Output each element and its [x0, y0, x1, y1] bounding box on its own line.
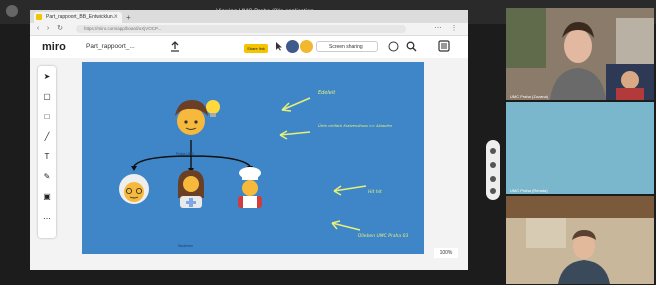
search-icon[interactable] — [406, 41, 417, 52]
collaborator-avatar[interactable] — [300, 40, 313, 53]
tab-strip: Part_rappoort_BB_Entwicklun... × + — [30, 10, 468, 23]
participant-name: UMC Praha (Zuzana) — [510, 94, 549, 99]
annotation-arrows — [279, 97, 367, 231]
shape-tool-icon[interactable]: □ — [40, 110, 54, 124]
more-tools-icon[interactable]: ⋯ — [40, 212, 54, 226]
line-tool-icon[interactable]: ╱ — [40, 130, 54, 144]
board-name[interactable]: Part_rappoort_... — [86, 42, 150, 52]
cook-icon — [238, 167, 262, 208]
collaborator-avatar[interactable] — [286, 40, 299, 53]
url-field[interactable]: https://miro.com/app/board/uXjVOCP... — [76, 25, 406, 33]
back-icon[interactable]: ‹ — [34, 24, 42, 34]
old-woman-icon — [119, 174, 149, 204]
app-logo-icon — [6, 5, 18, 17]
center-caption: Praha UMC — [176, 152, 195, 156]
board-canvas[interactable]: Edeleit Ülein vielfach Kratzendhuss >> A… — [82, 62, 424, 254]
health-worker-icon — [178, 170, 204, 208]
control-dot-icon[interactable] — [490, 188, 496, 194]
miro-favicon-icon — [36, 14, 42, 20]
tool-rail: ➤ ▢ □ ╱ T ✎ ▣ ⋯ — [38, 66, 56, 238]
menu-icon[interactable]: ⋮ — [450, 24, 458, 34]
tab-close-icon[interactable]: × — [114, 12, 118, 23]
participant-video[interactable] — [506, 196, 654, 284]
tab-title: Part_rappoort_BB_Entwicklun... — [46, 14, 117, 20]
note-middle[interactable]: Ülein vielfach Kratzendhuss >> Ablaufen — [318, 124, 392, 128]
note-bottom-1[interactable]: Hit hit — [368, 190, 382, 195]
control-dot-icon[interactable] — [490, 162, 496, 168]
sticky-note-tool-icon[interactable]: ▢ — [40, 90, 54, 104]
cursor-icon[interactable] — [274, 41, 284, 51]
board-menu-icon[interactable] — [438, 40, 450, 52]
participant-name: UMC Praha (Renata) — [510, 188, 548, 193]
participant-video[interactable]: UMC Praha (Renata) — [506, 102, 654, 194]
shared-browser-window: Part_rappoort_BB_Entwicklun... × + ‹ › ↻… — [30, 10, 468, 270]
control-dot-icon[interactable] — [490, 176, 496, 182]
participant-video[interactable]: UMC Praha (Zuzana) — [506, 8, 654, 100]
control-dot-icon[interactable] — [490, 148, 496, 154]
select-tool-icon[interactable]: ➤ — [40, 70, 54, 84]
upload-icon[interactable] — [170, 41, 180, 53]
note-bottom-2[interactable]: Ülleben UMC Praha 03 — [358, 234, 408, 239]
browser-tab[interactable]: Part_rappoort_BB_Entwicklun... — [34, 12, 122, 23]
address-bar-row: ‹ › ↻ https://miro.com/app/board/uXjVOCP… — [30, 23, 468, 36]
participant-photo — [506, 8, 654, 100]
woman-lightbulb-icon — [175, 100, 220, 135]
bottom-caption: Studieren — [178, 244, 193, 248]
frame-tool-icon[interactable]: ▣ — [40, 190, 54, 204]
pen-tool-icon[interactable]: ✎ — [40, 170, 54, 184]
forward-icon[interactable]: › — [44, 24, 52, 34]
share-button[interactable]: Share link — [244, 44, 268, 53]
new-tab-icon[interactable]: + — [126, 12, 131, 23]
zoom-level[interactable]: 100% — [434, 248, 458, 258]
note-top[interactable]: Edeleit — [318, 90, 335, 96]
miro-toolbar: miro Part_rappoort_... Share link Screen… — [30, 36, 468, 58]
participant-photo — [506, 196, 654, 284]
text-tool-icon[interactable]: T — [40, 150, 54, 164]
screen-sharing-button[interactable]: Screen sharing — [316, 41, 378, 52]
reload-icon[interactable]: ↻ — [56, 24, 64, 34]
remote-control-pill — [486, 140, 500, 200]
board-drawing — [119, 97, 367, 231]
extensions-icon[interactable]: ⋯ — [434, 24, 442, 34]
reactions-icon[interactable] — [388, 41, 399, 52]
miro-logo: miro — [42, 41, 66, 53]
